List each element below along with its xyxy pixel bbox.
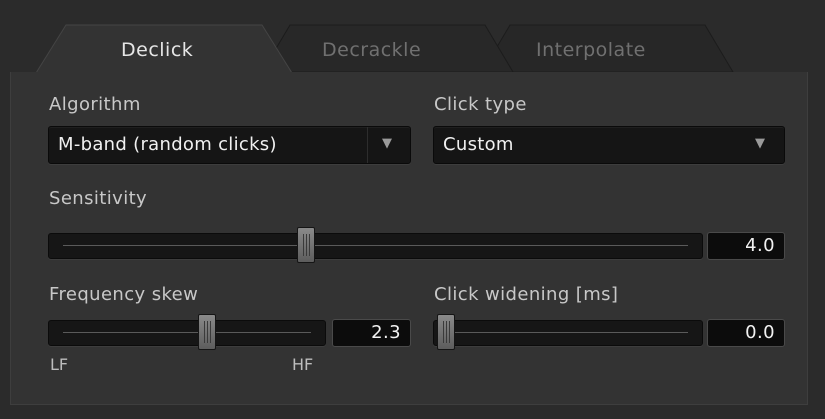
grip-line [443,321,444,343]
dropdown-separator [367,127,368,163]
frequency-skew-slider[interactable] [48,314,326,350]
declick-window: Declick Decrackle Interpolate Algorithm … [0,0,825,419]
algorithm-dropdown[interactable]: M-band (random clicks) ▼ [48,126,411,164]
grip-line [449,321,450,343]
frequency-skew-value: 2.3 [371,322,401,343]
click-type-value: Custom [443,134,514,155]
slider-track [448,332,688,333]
click-type-dropdown[interactable]: Custom ▼ [433,126,785,164]
frequency-skew-slider-thumb[interactable] [198,314,217,350]
chevron-down-icon: ▼ [382,136,392,151]
grip-line [210,321,212,343]
sensitivity-value: 4.0 [745,235,775,256]
slider-track [63,332,311,333]
algorithm-value: M-band (random clicks) [58,134,277,155]
click-widening-value-field[interactable]: 0.0 [707,319,785,347]
tab-interpolate[interactable]: Interpolate [536,38,646,62]
tab-declick[interactable]: Declick [121,38,193,62]
click-widening-label: Click widening [ms] [434,284,619,305]
grip-line [306,234,308,256]
lf-label: LF [50,355,69,374]
algorithm-label: Algorithm [49,94,141,115]
declick-panel: Algorithm M-band (random clicks) ▼ Click… [10,72,808,405]
grip-line [204,321,206,343]
click-widening-slider[interactable] [433,314,703,350]
grip-line [309,234,311,256]
chevron-down-icon: ▼ [755,136,765,151]
frequency-skew-label: Frequency skew [49,284,199,305]
grip-line [303,234,305,256]
sensitivity-slider-thumb[interactable] [297,227,316,263]
grip-line [207,321,209,343]
hf-label: HF [292,355,314,374]
click-type-label: Click type [434,94,527,115]
click-widening-value: 0.0 [745,322,775,343]
sensitivity-label: Sensitivity [49,188,148,209]
tab-strip: Declick Decrackle Interpolate [0,0,825,80]
click-widening-slider-thumb[interactable] [437,314,455,350]
sensitivity-slider[interactable] [48,227,703,263]
tab-decrackle[interactable]: Decrackle [322,38,421,62]
sensitivity-value-field[interactable]: 4.0 [707,232,785,260]
slider-track [63,245,688,246]
grip-line [446,321,447,343]
frequency-skew-value-field[interactable]: 2.3 [332,319,411,347]
